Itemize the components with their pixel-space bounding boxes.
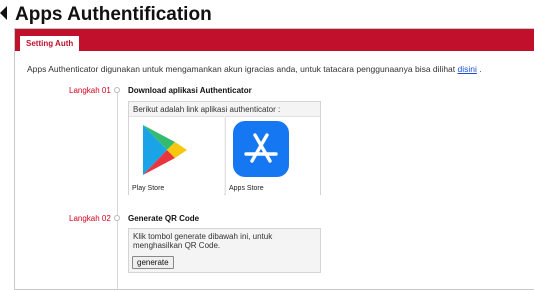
disini-link[interactable]: disini bbox=[458, 64, 477, 74]
intro-description: Apps Authenticator digunakan untuk menga… bbox=[27, 64, 458, 74]
auth-panel: Setting Auth Apps Authenticator digunaka… bbox=[14, 28, 534, 290]
timeline-line bbox=[117, 89, 118, 290]
step-2-title: Generate QR Code bbox=[128, 214, 200, 223]
intro-text: Apps Authenticator digunakan untuk menga… bbox=[27, 64, 482, 74]
app-store-link[interactable]: Apps Store bbox=[225, 116, 320, 195]
tab-setting-auth[interactable]: Setting Auth bbox=[19, 35, 81, 51]
app-store-label: Apps Store bbox=[229, 185, 264, 192]
step-1-dot bbox=[114, 87, 120, 93]
generate-box: Klik tombol generate dibawah ini, untuk … bbox=[128, 228, 321, 273]
step-2-dot bbox=[114, 215, 120, 221]
intro-suffix: . bbox=[476, 64, 482, 74]
step-1-label: Langkah 01 bbox=[69, 86, 111, 95]
play-store-link[interactable]: Play Store bbox=[129, 116, 224, 195]
generate-instructions: Klik tombol generate dibawah ini, untuk … bbox=[133, 232, 273, 250]
step-1-title: Download aplikasi Authenticator bbox=[128, 86, 252, 95]
play-store-label: Play Store bbox=[132, 185, 165, 192]
page-title: Apps Authentification bbox=[15, 4, 212, 25]
play-store-icon bbox=[143, 125, 187, 175]
store-links-caption: Berikut adalah link aplikasi authenticat… bbox=[133, 105, 281, 114]
generate-button[interactable]: generate bbox=[132, 256, 174, 269]
store-links-box: Berikut adalah link aplikasi authenticat… bbox=[128, 101, 321, 195]
step-2-label: Langkah 02 bbox=[69, 214, 111, 223]
tab-bar: Setting Auth bbox=[15, 29, 534, 51]
app-store-icon bbox=[233, 121, 289, 177]
back-arrow-icon[interactable] bbox=[0, 6, 7, 20]
